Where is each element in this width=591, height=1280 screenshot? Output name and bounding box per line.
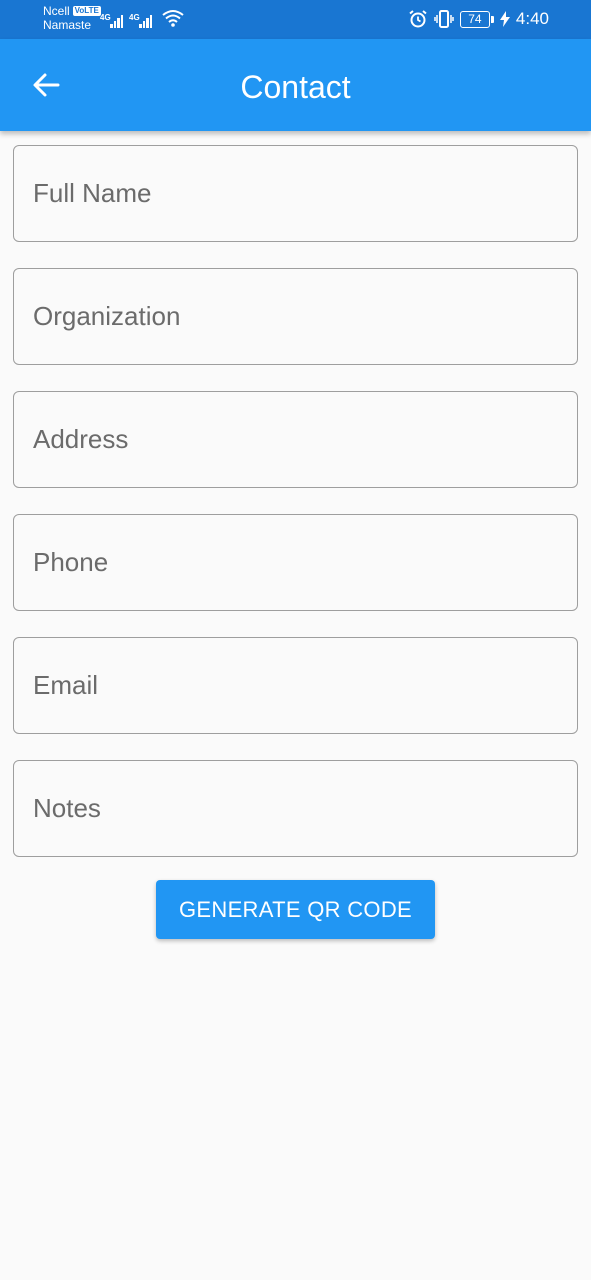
battery-level: 74 [459,10,490,28]
vibrate-icon [434,10,454,28]
notes-input[interactable] [14,761,577,856]
wifi-icon [162,10,184,27]
volte-badge: VoLTE [72,6,101,16]
alarm-icon [409,10,427,28]
signal-strength-icon: 4G [100,13,123,28]
charging-icon [499,11,510,27]
page-title: Contact [240,69,351,105]
clock: 4:40 [515,9,549,28]
app-bar: Contact [0,39,591,131]
notes-field[interactable] [13,760,578,857]
phone-input[interactable] [14,515,577,610]
full-name-field[interactable] [13,145,578,242]
email-field[interactable] [13,637,578,734]
carrier-name: Ncell [43,4,70,18]
signal-indicators: 4G 4G [100,8,184,28]
network-name: Namaste [43,18,92,32]
generate-qr-code-button[interactable]: GENERATE QR CODE [156,880,435,939]
organization-input[interactable] [14,269,577,364]
signal-strength-icon: 4G [129,13,152,28]
status-bar: Ncell VoLTE Namaste 4G 4G 74 4:40 [0,0,591,39]
status-right: 74 4:40 [408,9,549,29]
carrier-info: Ncell VoLTE Namaste [43,4,101,32]
full-name-input[interactable] [14,146,577,241]
phone-field[interactable] [13,514,578,611]
address-field[interactable] [13,391,578,488]
organization-field[interactable] [13,268,578,365]
address-input[interactable] [14,392,577,487]
email-input[interactable] [14,638,577,733]
battery-icon: 74 [459,10,494,28]
